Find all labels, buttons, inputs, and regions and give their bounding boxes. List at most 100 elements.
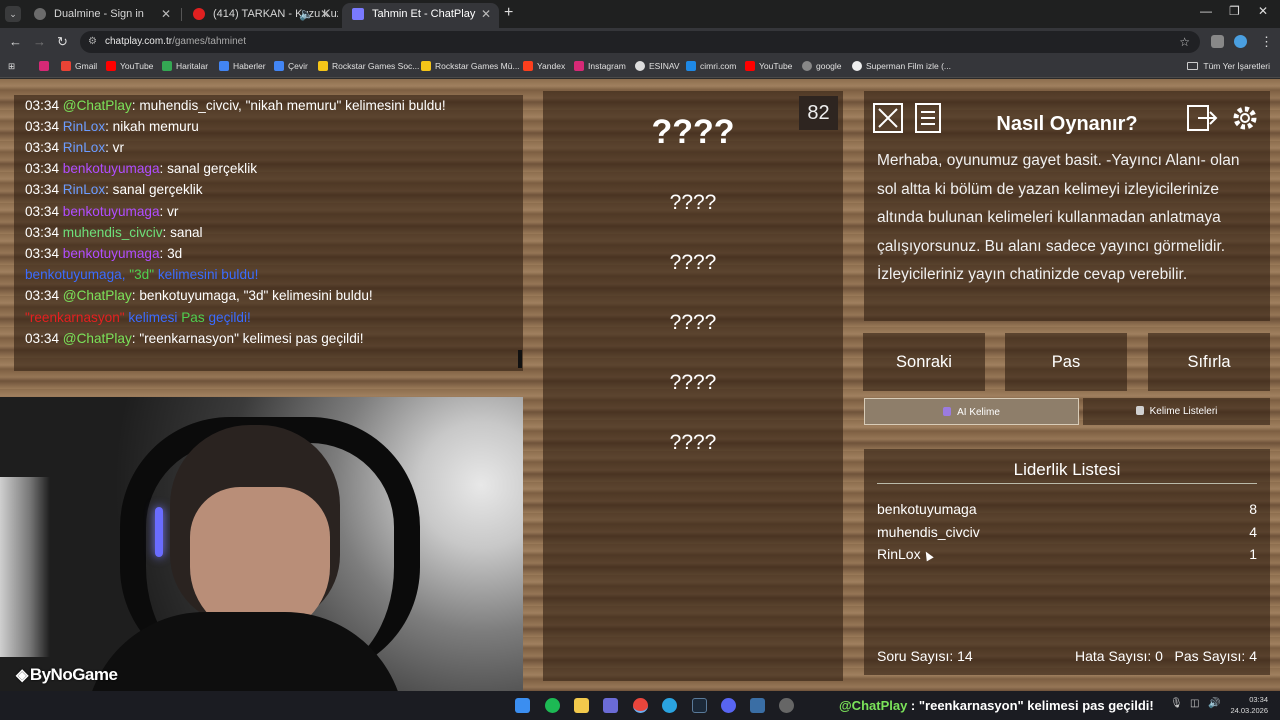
bookmark-youtube[interactable]: YouTube [106, 60, 153, 73]
player-name: RinLox [877, 546, 921, 562]
network-icon[interactable]: ◫ [1190, 698, 1199, 709]
settings-gear-icon[interactable] [1229, 102, 1261, 134]
player-score: 4 [1249, 524, 1257, 540]
address-bar[interactable]: ⚙ chatplay.com.tr/games/tahminet ☆ [80, 31, 1200, 53]
tab-title: Dualmine - Sign in [54, 8, 144, 20]
file-explorer-icon[interactable] [574, 698, 589, 713]
bookmark-label: Instagram [588, 61, 626, 71]
chat-user: @ChatPlay [62, 331, 132, 346]
bookmark-instagram[interactable]: Instagram [574, 60, 626, 73]
tab-dualmine[interactable]: Dualmine - Sign in ✕ [24, 3, 179, 28]
bookmark-yandex[interactable]: Yandex [523, 60, 565, 73]
webcam-feed: ◈ ByNoGame [0, 397, 523, 691]
chat-user: RinLox [62, 182, 106, 197]
profile-avatar-icon[interactable] [1234, 35, 1247, 48]
news-icon [219, 61, 229, 71]
divider [877, 483, 1257, 484]
player-score: 1 [1249, 546, 1257, 562]
bookmark-rockstar-music[interactable]: Rockstar Games Mü... [421, 60, 520, 73]
discord-icon[interactable] [721, 698, 736, 713]
extensions-icon[interactable] [1211, 35, 1224, 48]
chat-scrollbar[interactable] [518, 350, 522, 368]
bookmark-youtube-2[interactable]: YouTube [745, 60, 792, 73]
steam-icon[interactable] [692, 698, 707, 713]
close-tab-icon[interactable]: ✕ [320, 3, 330, 25]
menu-kebab-icon[interactable]: ⋮ [1260, 34, 1273, 50]
bookmark-superman[interactable]: Superman Film izle (... [852, 60, 951, 73]
tab-youtube[interactable]: (414) TARKAN - Kuzu Kuzu 🔈 ✕ [183, 3, 338, 28]
notice-text: kelimesini buldu! [154, 267, 259, 282]
bookmark-star-icon[interactable]: ☆ [1179, 31, 1190, 53]
chat-text: : sanal [162, 225, 203, 240]
forward-icon[interactable]: → [33, 34, 46, 49]
bookmark-cimri[interactable]: cimri.com [686, 60, 736, 73]
bookmark-news[interactable]: Haberler [219, 60, 266, 73]
browser-toolbar: ← → ↻ ⚙ chatplay.com.tr/games/tahminet ☆… [0, 28, 1280, 56]
restore-icon[interactable]: ❐ [1229, 4, 1240, 18]
volume-icon[interactable]: 🔊 [1208, 698, 1220, 709]
telegram-icon[interactable] [662, 698, 677, 713]
chat-line: 03:34 benkotuyumaga: sanal gerçeklik [25, 161, 257, 176]
all-bookmarks[interactable]: Tüm Yer İşaretleri [1187, 60, 1270, 73]
bookmark-maps[interactable]: Haritalar [162, 60, 208, 73]
gmail-icon [61, 61, 71, 71]
forbidden-word: ???? [669, 251, 717, 274]
chat-text: : sanal gerçeklik [105, 182, 203, 197]
dualmine-favicon-icon [34, 8, 46, 20]
logo-mark-icon: ◈ [16, 667, 28, 684]
word-column: ???? ???? ???? ???? ???? ???? [543, 91, 843, 681]
windows-start-icon[interactable] [515, 698, 530, 713]
notice-word: "reenkarnasyon" [25, 310, 125, 325]
ai-word-button[interactable]: AI Kelime [864, 398, 1079, 425]
back-icon[interactable]: ← [9, 34, 22, 49]
bookmark-google[interactable]: google [802, 60, 842, 73]
next-button[interactable]: Sonraki [863, 333, 985, 391]
chat-line: 03:34 RinLox: sanal gerçeklik [25, 182, 203, 197]
audio-playing-icon[interactable]: 🔈 [299, 3, 314, 25]
microphone-icon[interactable]: 🎙 [1170, 698, 1183, 709]
how-to-panel: Nasıl Oynanır? Merhaba, oyunumuz gayet b… [864, 91, 1270, 321]
chat-line: 03:34 @ChatPlay: benkotuyumaga, "3d" kel… [25, 288, 373, 303]
reload-icon[interactable]: ↻ [57, 34, 68, 50]
spotify-icon[interactable] [545, 698, 560, 713]
bookmark-gmail[interactable]: Gmail [61, 60, 97, 73]
bookmark-label: google [816, 61, 842, 71]
leaderboard-title: Liderlik Listesi [1013, 460, 1121, 479]
chat-text: : vr [159, 204, 179, 219]
close-tab-icon[interactable]: ✕ [161, 3, 171, 25]
translate-icon [274, 61, 284, 71]
bookmark-label: Çevir [288, 61, 308, 71]
site-info-icon[interactable]: ⚙ [88, 31, 97, 53]
tab-search-icon[interactable]: ⌄ [5, 6, 21, 22]
pass-button[interactable]: Pas [1005, 333, 1127, 391]
close-window-icon[interactable]: ✕ [1258, 4, 1268, 18]
bookmark-translate[interactable]: Çevir [274, 60, 308, 73]
folder-icon [1187, 62, 1199, 70]
chat-user: benkotuyumaga [62, 161, 160, 176]
battlenet-icon[interactable] [750, 698, 765, 713]
reset-button[interactable]: Sıfırla [1148, 333, 1270, 391]
superman-icon [852, 61, 862, 71]
app-icon[interactable] [779, 698, 794, 713]
chrome-icon[interactable] [633, 698, 648, 713]
bookmark-esinav[interactable]: ESINAV [635, 60, 680, 73]
rockstar-icon [318, 61, 328, 71]
word-lists-button[interactable]: Kelime Listeleri [1083, 398, 1270, 425]
tab-chatplay[interactable]: Tahmin Et - ChatPlay ✕ [342, 3, 499, 28]
bookmark-rockstar-social[interactable]: Rockstar Games Soc... [318, 60, 419, 73]
chat-text: : sanal gerçeklik [159, 161, 258, 176]
store-icon[interactable] [603, 698, 618, 713]
chat-text: : benkotuyumaga, "3d" kelimesini buldu! [131, 288, 373, 303]
close-tab-icon[interactable]: ✕ [481, 3, 491, 25]
tab-title: Tahmin Et - ChatPlay [372, 8, 476, 20]
new-tab-icon[interactable]: + [504, 4, 513, 22]
apps-grid-icon[interactable]: ⊞ [8, 60, 15, 73]
chat-line: 03:34 benkotuyumaga: vr [25, 204, 178, 219]
system-clock[interactable]: 03:34 24.03.2026 [1230, 694, 1268, 716]
all-bookmarks-label: Tüm Yer İşaretleri [1203, 61, 1270, 71]
list-icon [1135, 406, 1144, 415]
minimize-icon[interactable]: — [1200, 4, 1212, 18]
logout-icon[interactable] [1186, 102, 1218, 134]
chat-time: 03:34 [25, 182, 63, 197]
bookmark-label: YouTube [120, 61, 154, 71]
